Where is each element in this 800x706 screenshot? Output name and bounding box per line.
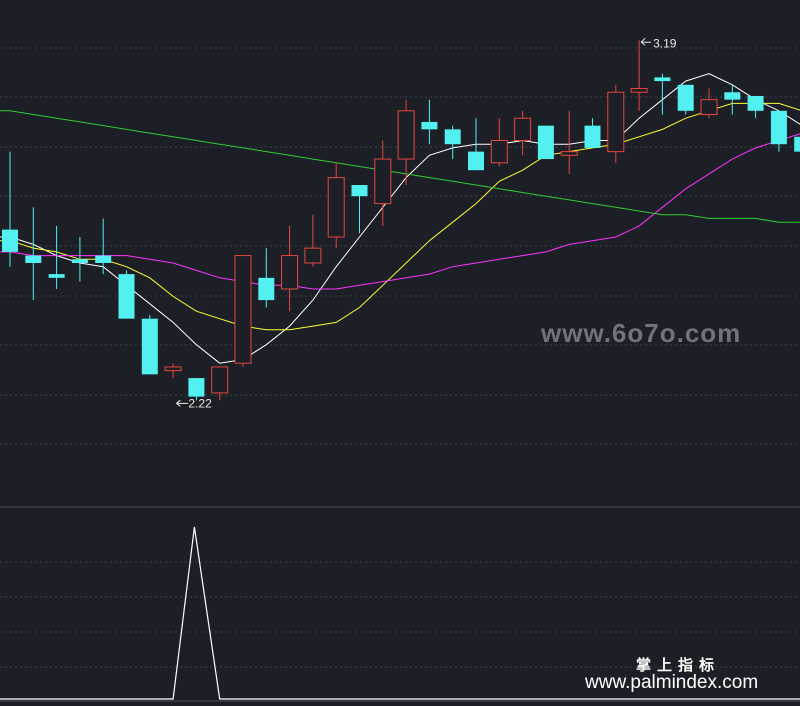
candle-body-9	[211, 366, 229, 394]
candle-body-27	[630, 88, 648, 93]
candle-body-20	[468, 151, 484, 171]
candle-body-21	[490, 139, 508, 164]
candle-body-11	[258, 277, 275, 301]
annotation-label-0: 3.19	[653, 36, 677, 50]
watermark-primary: www.6o7o.com	[540, 318, 741, 348]
candle-body-24	[560, 151, 578, 156]
candle-body-2	[48, 274, 65, 278]
stock-chart: 3.192.22 www.6o7o.com 掌上指标 www.palmindex…	[0, 0, 800, 706]
candle-5	[118, 270, 135, 319]
candle-body-26	[607, 91, 625, 153]
candle-6	[141, 314, 158, 375]
candle-body-33	[770, 110, 787, 145]
candle-body-1	[25, 255, 42, 263]
candle-body-3	[71, 259, 88, 263]
candle-body-28	[654, 77, 671, 82]
candle-body-22	[514, 117, 532, 141]
candle-23	[537, 125, 554, 160]
candle-29	[677, 84, 694, 115]
candle-26	[607, 84, 625, 163]
candle-body-7	[164, 366, 182, 372]
candle-10	[234, 255, 252, 367]
candle-body-14	[327, 177, 345, 238]
candle-body-0	[2, 229, 18, 252]
candle-body-23	[537, 125, 554, 160]
annotation-label-1: 2.22	[188, 396, 212, 410]
candle-body-15	[351, 185, 368, 197]
candle-body-19	[444, 129, 461, 145]
candle-body-31	[724, 92, 741, 100]
candle-body-6	[141, 318, 158, 375]
candle-body-25	[584, 125, 601, 148]
candle-body-10	[234, 255, 252, 364]
watermark-url: www.palmindex.com	[584, 672, 758, 693]
candle-body-13	[304, 247, 322, 264]
candle-body-30	[700, 99, 718, 116]
candle-body-4	[95, 255, 112, 263]
candle-body-18	[421, 121, 438, 130]
candle-body-8	[188, 378, 205, 397]
candle-body-17	[397, 110, 415, 160]
candle-body-29	[677, 84, 694, 111]
candle-body-12	[281, 255, 299, 290]
candle-body-16	[374, 158, 392, 205]
candle-body-34	[794, 136, 800, 152]
candle-body-32	[747, 95, 764, 111]
candle-body-5	[118, 274, 135, 319]
